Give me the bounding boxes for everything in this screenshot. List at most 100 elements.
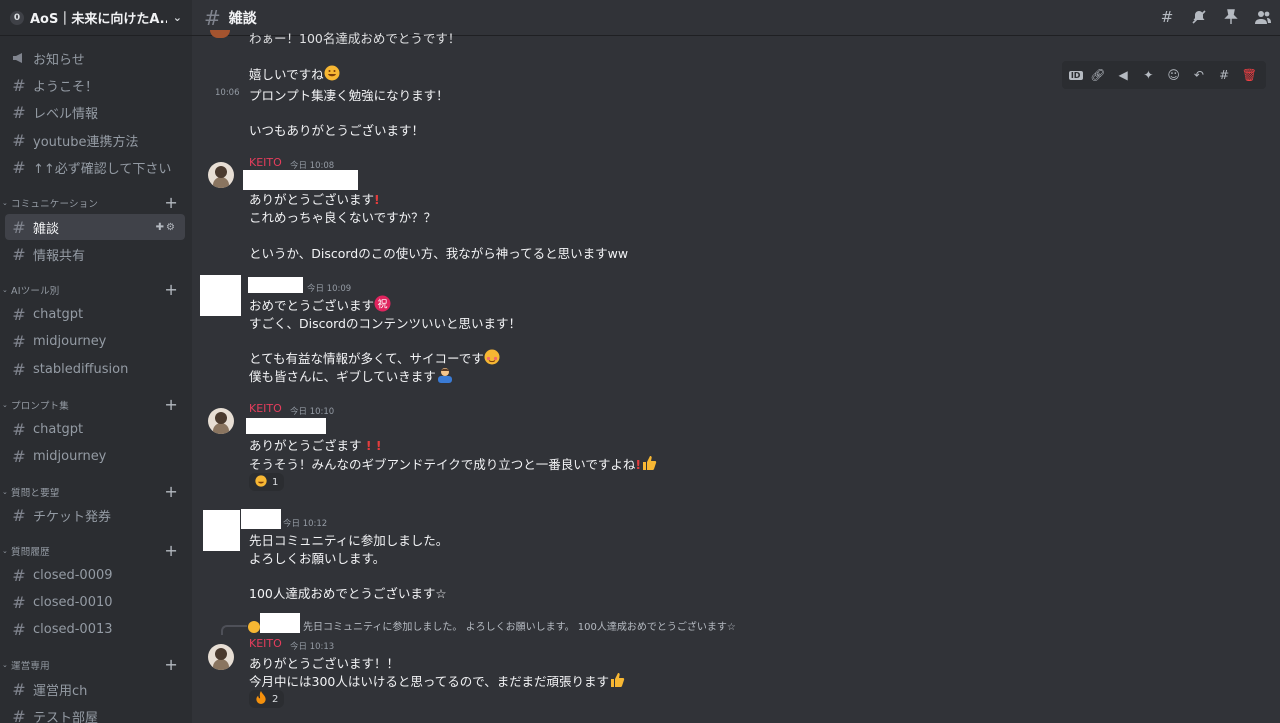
thread-hash-icon: # xyxy=(12,706,26,723)
message-timestamp: 10:06 xyxy=(215,88,240,98)
hash-icon: # xyxy=(204,5,221,30)
message-text: ありがとうございます! xyxy=(249,189,380,208)
thread-hash-icon: # xyxy=(12,446,26,466)
reply-connector xyxy=(221,625,247,635)
channel-item-closed-0009[interactable]: # closed-0009 xyxy=(5,562,185,588)
channel-item-must-read[interactable]: # ↑↑必ず確認して下さい xyxy=(5,154,185,180)
channel-label: 運営用ch xyxy=(33,683,88,699)
smile-emoji-icon xyxy=(324,65,340,84)
add-channel-icon[interactable]: + xyxy=(164,195,178,211)
channel-item-info-share[interactable]: # 情報共有 xyxy=(5,241,185,267)
create-thread-icon[interactable]: # xyxy=(1214,68,1234,82)
add-channel-icon[interactable]: + xyxy=(164,397,178,413)
channel-item-stablediffusion[interactable]: # stablediffusion xyxy=(5,356,185,382)
channel-item-admin-ch[interactable]: # 運営用ch xyxy=(5,676,185,702)
header-toolbar: # xyxy=(1158,7,1272,27)
hash-icon: # xyxy=(12,619,26,639)
avatar[interactable] xyxy=(208,162,234,188)
channel-item-ticket[interactable]: # チケット発券 xyxy=(5,502,185,528)
username[interactable]: KEITO xyxy=(249,156,282,169)
channel-item-prompt-chatgpt[interactable]: # chatgpt xyxy=(5,416,185,442)
megaphone-icon xyxy=(11,52,27,64)
channel-label: お知らせ xyxy=(33,52,85,68)
channel-label: chatgpt xyxy=(33,421,84,437)
category-communication[interactable]: ⌄ コミュニケーション + xyxy=(2,195,188,211)
category-prompts[interactable]: ⌄ プロンプト集 + xyxy=(2,397,188,413)
category-label: AIツール別 xyxy=(11,286,60,297)
hash-icon: # xyxy=(12,157,26,177)
message-line: ありがとうございます xyxy=(249,192,375,207)
redacted-username xyxy=(248,277,303,293)
message-text: 今月中には300人はいけると思ってるので、まだまだ頑張ります xyxy=(249,671,625,691)
channel-item-closed-0013[interactable]: # closed-0013 xyxy=(5,616,185,642)
fire-emoji-icon xyxy=(255,691,267,707)
add-reaction-icon[interactable]: ☺ xyxy=(1164,68,1184,82)
hash-icon: # xyxy=(12,75,26,95)
members-icon[interactable] xyxy=(1254,7,1272,27)
reaction-count: 1 xyxy=(272,476,279,488)
reply-preview[interactable]: 先日コミュニティに参加しました。 よろしくお願いします。 100人達成おめでとう… xyxy=(303,618,736,633)
channel-item-prompt-midjourney[interactable]: # midjourney xyxy=(5,443,185,469)
username[interactable]: KEITO xyxy=(249,637,282,650)
channel-item-welcome[interactable]: # ようこそ！ xyxy=(5,72,185,98)
message-timestamp: 今日 10:09 xyxy=(307,284,352,294)
add-channel-icon[interactable]: + xyxy=(164,543,178,559)
server-badge: 0 xyxy=(10,10,24,25)
thread-hash-icon: # xyxy=(12,679,26,699)
channel-sidebar: 0 AoS｜未来に向けたA... ⌄ お知らせ # ようこそ！ # レベル情報 … xyxy=(0,0,192,723)
mark-unread-icon[interactable]: ◀ xyxy=(1113,68,1133,82)
hash-icon: # xyxy=(12,304,26,324)
channel-label: stablediffusion xyxy=(33,361,129,377)
exclamation-emoji-icon: ! ! xyxy=(361,438,382,453)
caret-icon: ⌄ xyxy=(2,286,9,294)
reaction-smile[interactable]: 1 xyxy=(249,473,285,491)
smile-emoji-icon xyxy=(255,474,267,490)
category-label: コミュニケーション xyxy=(11,199,99,210)
channel-item-chatgpt[interactable]: # chatgpt xyxy=(5,301,185,327)
channel-item-announcements[interactable]: お知らせ xyxy=(5,45,185,71)
category-admin[interactable]: ⌄ 運営専用 + xyxy=(2,657,188,673)
add-channel-icon[interactable]: + xyxy=(164,657,178,673)
hash-icon: # xyxy=(12,102,26,122)
channel-label: youtube連携方法 xyxy=(33,134,139,150)
channel-settings-icons[interactable]: ✚⚙ xyxy=(156,222,177,233)
channel-item-chat[interactable]: # 雑談 ✚⚙ xyxy=(5,214,185,240)
pin-message-icon[interactable]: ✦ xyxy=(1138,68,1158,82)
person-bowing-emoji-icon xyxy=(436,367,454,386)
exclamation-emoji-icon: ! xyxy=(374,192,380,207)
delete-icon[interactable]: 🗑︎ xyxy=(1239,68,1259,82)
channel-label: 情報共有 xyxy=(33,248,86,264)
add-channel-icon[interactable]: + xyxy=(164,282,178,298)
channel-label: ようこそ！ xyxy=(33,79,99,95)
reaction-fire[interactable]: 2 xyxy=(249,690,285,708)
channel-item-midjourney[interactable]: # midjourney xyxy=(5,328,185,354)
pin-icon[interactable] xyxy=(1222,7,1240,27)
channel-label: 雑談 xyxy=(33,221,60,237)
mute-bell-icon[interactable] xyxy=(1190,7,1208,27)
link-icon[interactable]: 🔗︎ xyxy=(1088,68,1108,82)
category-history[interactable]: ⌄ 質問履歴 + xyxy=(2,543,188,559)
message-line: ありがとうござます xyxy=(249,438,362,453)
avatar[interactable] xyxy=(208,408,234,434)
channel-item-level-info[interactable]: # レベル情報 xyxy=(5,99,185,125)
channel-item-test-room[interactable]: # テスト部屋 xyxy=(5,703,185,723)
server-name: AoS｜未来に向けたA... xyxy=(30,12,167,27)
username[interactable]: KEITO xyxy=(249,402,282,415)
channel-item-youtube[interactable]: # youtube連携方法 xyxy=(5,127,185,153)
channel-label: closed-0010 xyxy=(33,594,113,610)
add-channel-icon[interactable]: + xyxy=(164,484,178,500)
reply-icon[interactable]: ↶ xyxy=(1189,68,1209,82)
avatar[interactable] xyxy=(208,644,234,670)
redacted-avatar xyxy=(203,510,240,551)
message-line: 僕も皆さんに、ギブしていきます xyxy=(249,369,436,384)
category-ai-tools[interactable]: ⌄ AIツール別 + xyxy=(2,282,188,298)
message-line: そうそう！みんなのギブアンドテイクで成り立つと一番良いですよね xyxy=(249,457,636,472)
message-line: 今月中には300人はいけると思ってるので、まだまだ頑張ります xyxy=(249,674,609,689)
threads-icon[interactable]: # xyxy=(1158,7,1176,27)
channel-label: チケット発券 xyxy=(33,509,112,525)
category-questions[interactable]: ⌄ 質問と要望 + xyxy=(2,484,188,500)
copy-id-icon[interactable]: ID xyxy=(1068,70,1083,80)
hash-icon: # xyxy=(12,592,26,612)
channel-item-closed-0010[interactable]: # closed-0010 xyxy=(5,589,185,615)
server-header[interactable]: 0 AoS｜未来に向けたA... ⌄ xyxy=(0,0,192,36)
